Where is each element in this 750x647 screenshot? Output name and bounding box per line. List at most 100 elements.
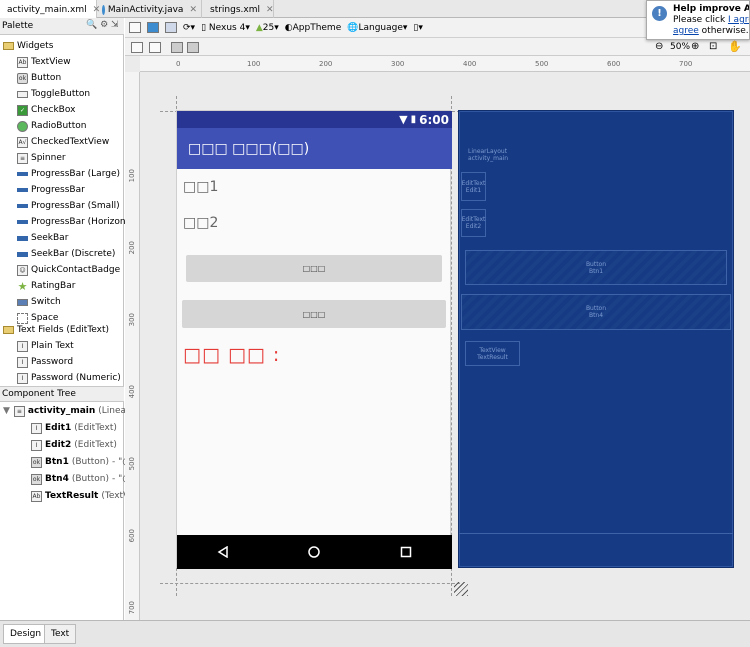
bp-label: Button	[585, 260, 607, 268]
search-icon[interactable]: 🔍	[86, 20, 97, 30]
tree-item-type: (EditText)	[74, 440, 117, 450]
help-title: Help improve And	[673, 4, 749, 14]
tree-item-btn4[interactable]: ok Btn4 (Button) - "@s	[31, 471, 136, 487]
seekbar-icon	[17, 235, 28, 241]
palette-item[interactable]: I Password (Numeric)	[17, 370, 121, 386]
toggle-icon	[17, 90, 28, 98]
tab-activity-main[interactable]: activity_main.xml ✕	[0, 0, 100, 18]
palette-item[interactable]: ProgressBar (Small)	[17, 198, 120, 214]
palette-item[interactable]: ★ RatingBar	[17, 278, 76, 294]
tab-text[interactable]: Text	[44, 624, 77, 644]
home-icon[interactable]	[308, 546, 321, 558]
bp-btn1[interactable]: Button Btn1	[465, 250, 727, 285]
nav-bar	[177, 535, 452, 569]
palette-item[interactable]: Switch	[17, 294, 61, 310]
align-icon[interactable]	[171, 42, 183, 53]
resize-handle-icon[interactable]	[454, 582, 468, 596]
blueprint-view[interactable]: LinearLayout activity_main EditText Edit…	[458, 110, 734, 568]
palette-item[interactable]: ≡ Spinner	[17, 150, 66, 166]
palette-group-widgets[interactable]: Widgets	[3, 38, 53, 54]
tab-main-activity[interactable]: MainActivity.java ✕	[98, 0, 202, 18]
i-agree-link[interactable]: I agree	[728, 15, 749, 25]
folder-icon	[3, 42, 14, 50]
palette-item[interactable]: ToggleButton	[17, 86, 90, 102]
align-icon[interactable]	[187, 42, 199, 53]
tree-item-edit2[interactable]: I Edit2 (EditText)	[31, 437, 117, 453]
close-icon[interactable]: ✕	[266, 5, 274, 15]
group-label: Widgets	[17, 41, 54, 51]
bp-edit1[interactable]: EditText Edit1	[461, 172, 486, 201]
checked-textview-icon: A√	[17, 136, 28, 148]
ruler-tick: 600	[128, 529, 136, 543]
theme-selector[interactable]: ◐AppTheme	[285, 23, 342, 33]
battery-icon: ▮	[410, 114, 417, 125]
palette-item[interactable]: A√ CheckedTextView	[17, 134, 109, 150]
progressbar-icon	[17, 220, 28, 224]
both-view-icon[interactable]	[165, 22, 177, 33]
bp-linear-layout[interactable]: LinearLayout activity_main	[459, 111, 733, 567]
zoom-in-icon[interactable]: ⊕	[691, 41, 699, 52]
language-selector[interactable]: 🌐Language▾	[347, 23, 407, 33]
layout-icon[interactable]	[131, 42, 143, 53]
tab-strings[interactable]: strings.xml ✕	[203, 0, 274, 18]
item-label: CheckBox	[31, 105, 76, 115]
guide-line	[160, 583, 460, 584]
tree-item-btn1[interactable]: ok Btn1 (Button) - "@s	[31, 454, 136, 470]
tab-design[interactable]: Design	[3, 624, 49, 644]
close-icon[interactable]: ✕	[189, 5, 197, 15]
pan-hand-icon[interactable]: ✋	[728, 40, 742, 53]
btn4-button[interactable]: □□□	[182, 300, 446, 328]
help-text: Please click	[673, 15, 729, 25]
palette-item[interactable]: ☺ QuickContactBadge	[17, 262, 120, 278]
tree-item-name: Edit1	[45, 423, 72, 433]
vertical-ruler: 100 200 300 400 500 600 700	[125, 72, 140, 620]
gear-icon[interactable]: ⚙	[100, 20, 108, 30]
collapse-icon[interactable]: ⇲	[111, 20, 119, 30]
bp-btn4[interactable]: Button Btn4	[461, 294, 731, 330]
palette-group-text-fields[interactable]: Text Fields (EditText)	[3, 322, 109, 338]
orientation-icon[interactable]: ⟳▾	[183, 23, 195, 33]
palette-item[interactable]: I Plain Text	[17, 338, 74, 354]
layout-icon[interactable]	[149, 42, 161, 53]
palette-item[interactable]: ProgressBar (Large)	[17, 166, 120, 182]
expand-arrow-icon[interactable]: ▼	[3, 406, 10, 416]
palette-item[interactable]: ProgressBar	[17, 182, 85, 198]
device-frame-icon[interactable]: ▯▾	[413, 23, 422, 33]
edit1-field[interactable]: □□1	[183, 179, 218, 195]
recents-icon[interactable]	[400, 546, 412, 558]
java-class-icon	[102, 5, 105, 15]
device-preview[interactable]: ▼ ▮ 6:00 □□□ □□□(□□) □□1 □□2 □□□ □□□ □□ …	[176, 110, 452, 569]
ruler-tick: 700	[679, 60, 693, 68]
edit2-field[interactable]: □□2	[183, 215, 218, 231]
device-label: Nexus 4	[208, 22, 246, 33]
api-selector[interactable]: ▲25▾	[256, 23, 279, 33]
bp-text-result[interactable]: TextView TextResult	[465, 341, 520, 366]
tree-item-textresult[interactable]: Ab TextResult (TextVie	[31, 488, 137, 504]
design-view-icon[interactable]	[129, 22, 141, 33]
textview-icon: Ab	[31, 490, 42, 502]
back-icon[interactable]	[217, 546, 229, 558]
btn1-button[interactable]: □□□	[186, 255, 442, 282]
ruler-tick: 500	[128, 457, 136, 471]
palette-item[interactable]: ProgressBar (Horizontal)	[17, 214, 141, 230]
palette-item[interactable]: ok Button	[17, 70, 61, 86]
agree-link[interactable]: agree	[673, 26, 699, 36]
fit-screen-icon[interactable]: ⊡	[709, 41, 717, 52]
palette-item[interactable]: SeekBar	[17, 230, 68, 246]
palette-item[interactable]: SeekBar (Discrete)	[17, 246, 115, 262]
palette-item[interactable]: ✓ CheckBox	[17, 102, 75, 118]
palette-item[interactable]: RadioButton	[17, 118, 86, 134]
blueprint-view-icon[interactable]	[147, 22, 159, 33]
zoom-out-icon[interactable]: ⊖	[655, 41, 663, 52]
help-line3: agree otherwise. mo	[673, 26, 749, 37]
item-label: Switch	[31, 297, 61, 307]
tree-item-edit1[interactable]: I Edit1 (EditText)	[31, 420, 117, 436]
language-label: Language	[358, 22, 403, 33]
help-improve-notification[interactable]: ! Help improve And Please click I agree …	[646, 0, 750, 40]
palette-item[interactable]: I Password	[17, 354, 73, 370]
palette-item[interactable]: Ab TextView	[17, 54, 71, 70]
progressbar-icon	[17, 172, 28, 176]
seekbar-icon	[17, 251, 28, 257]
bp-edit2[interactable]: EditText Edit2	[461, 209, 486, 237]
device-selector[interactable]: ▯ Nexus 4▾	[201, 23, 250, 33]
